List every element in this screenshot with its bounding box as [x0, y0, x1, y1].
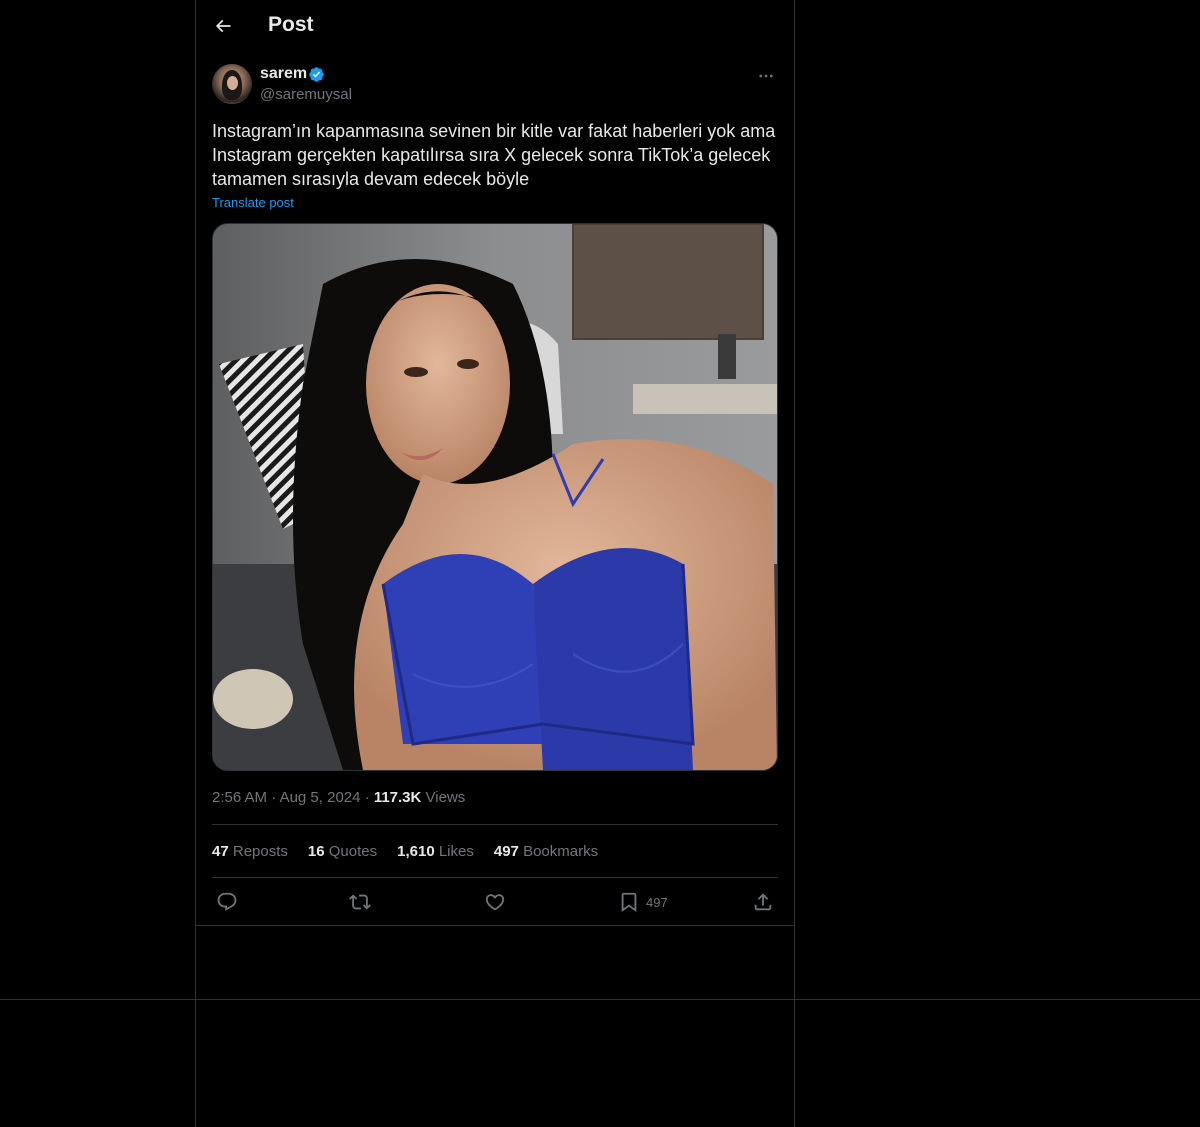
- likes-stat[interactable]: 1,610 Likes: [397, 843, 474, 860]
- views-label: Views: [425, 789, 466, 806]
- post-bottom-divider: [196, 925, 794, 926]
- reply-icon: [217, 892, 237, 911]
- post: sarem @saremuysal Instagram’ın kapanması…: [212, 64, 778, 913]
- author-handle[interactable]: @saremuysal: [260, 86, 352, 103]
- bookmarks-label: Bookmarks: [523, 843, 599, 860]
- post-date[interactable]: Aug 5, 2024: [280, 789, 361, 806]
- author-display-name[interactable]: sarem: [260, 65, 307, 83]
- bookmark-button[interactable]: 497: [618, 889, 668, 915]
- back-button[interactable]: [206, 9, 240, 43]
- share-icon: [754, 893, 772, 911]
- likes-count: 1,610: [397, 843, 435, 860]
- verified-badge-icon: [308, 66, 325, 88]
- engagement-stats: 47 Reposts 16 Quotes 1,610 Likes 497 Boo…: [212, 843, 598, 860]
- meta-separator: ·: [364, 789, 374, 806]
- likes-label: Likes: [438, 843, 474, 860]
- column-border-left: [195, 0, 196, 1127]
- quotes-stat[interactable]: 16 Quotes: [308, 843, 377, 860]
- reposts-stat[interactable]: 47 Reposts: [212, 843, 288, 860]
- post-meta: 2:56 AM · Aug 5, 2024 · 117.3K Views: [212, 789, 465, 806]
- post-time[interactable]: 2:56 AM: [212, 789, 267, 806]
- bookmarks-stat: 497 Bookmarks: [494, 843, 598, 860]
- quotes-count: 16: [307, 843, 325, 860]
- post-header: Post: [196, 0, 794, 53]
- more-icon: [759, 74, 773, 78]
- reposts-count: 47: [212, 843, 229, 860]
- views-count: 117.3K: [373, 789, 422, 806]
- more-button[interactable]: [754, 64, 778, 88]
- avatar-face: [227, 76, 238, 90]
- divider: [212, 824, 778, 825]
- page-title: Post: [268, 13, 314, 36]
- photo-illustration: [213, 224, 777, 770]
- page: Post sarem @saremuysal Instagram’ın kapa…: [0, 0, 1200, 1127]
- bookmarks-count: 497: [493, 843, 519, 860]
- author-row: sarem @saremuysal: [212, 64, 778, 106]
- translate-post-link[interactable]: Translate post: [212, 195, 294, 210]
- meta-separator: ·: [271, 789, 280, 806]
- main-column: Post sarem @saremuysal Instagram’ın kapa…: [196, 0, 794, 913]
- post-image[interactable]: [212, 223, 778, 771]
- bottom-divider: [0, 999, 1200, 1000]
- post-text: Instagram’ın kapanmasına sevinen bir kit…: [212, 121, 776, 189]
- like-button[interactable]: [484, 889, 506, 915]
- divider: [212, 877, 778, 878]
- bookmark-icon: [621, 892, 637, 913]
- like-icon: [485, 894, 505, 911]
- repost-button[interactable]: [349, 889, 371, 915]
- action-bar: 497: [212, 889, 778, 915]
- repost-icon: [349, 894, 371, 910]
- back-arrow-icon: [215, 19, 231, 33]
- reply-button[interactable]: [216, 889, 238, 915]
- reposts-label: Reposts: [232, 843, 288, 860]
- bookmark-count: 497: [646, 894, 668, 910]
- avatar[interactable]: [212, 64, 252, 104]
- column-border-right: [794, 0, 795, 1127]
- quotes-label: Quotes: [328, 843, 378, 860]
- share-button[interactable]: [752, 889, 774, 915]
